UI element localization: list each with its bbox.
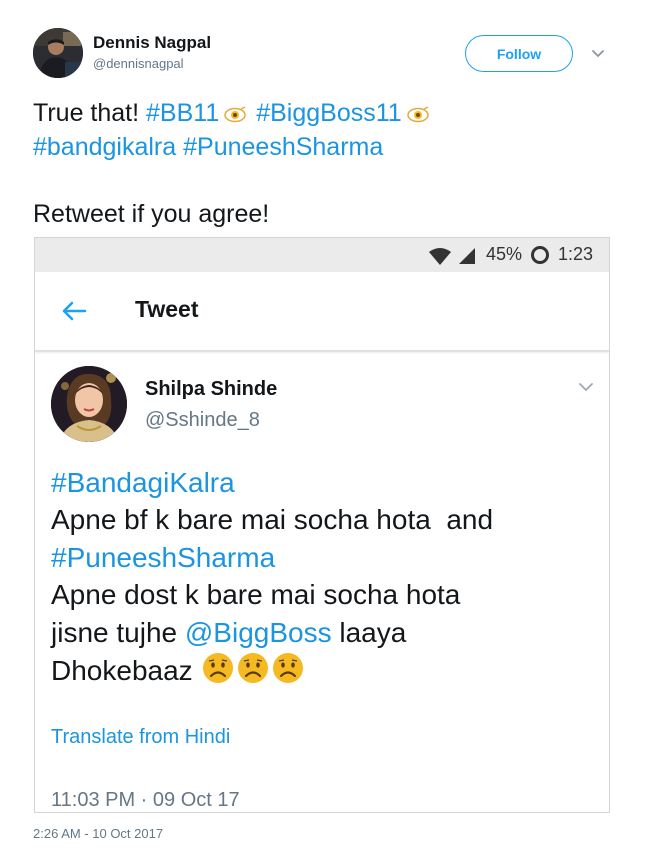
hashtag-link[interactable]: #PuneeshSharma (183, 133, 383, 161)
loading-ring-icon (531, 246, 549, 264)
hashtag-link[interactable]: #PuneeshSharma (51, 539, 601, 577)
clock: 1:23 (558, 244, 594, 264)
page-title: Tweet (135, 296, 199, 322)
author-name[interactable]: Shilpa Shinde (145, 378, 277, 401)
status-bar: 45% 1:23 (35, 238, 609, 272)
embedded-screenshot: 45% 1:23 Tweet Shilpa Shinde @Sshinde_8 … (34, 237, 610, 813)
translate-link[interactable]: Translate from Hindi (51, 726, 230, 749)
avatar[interactable] (51, 366, 127, 442)
eyes-emoji-icon (223, 99, 247, 133)
eyes-emoji-icon (406, 99, 430, 133)
signal-icon (459, 248, 475, 264)
timestamp: 11:03 PM · 09 Oct 17 (51, 789, 240, 811)
mention-link[interactable]: @BiggBoss (185, 617, 332, 648)
tweet-text: laaya (339, 617, 407, 648)
tweet-text: Dhokebaaz (51, 655, 193, 686)
hashtag-link[interactable]: #BB11 (146, 99, 219, 127)
hashtag-link[interactable]: #BiggBoss11 (256, 99, 401, 127)
hashtag-link[interactable]: #bandgikalra (33, 133, 176, 161)
wifi-icon (429, 248, 451, 265)
chevron-down-icon[interactable] (590, 48, 606, 60)
tweet-text-line: #bandgikalra #PuneeshSharma (33, 130, 623, 164)
tweet-text: Retweet if you agree! (33, 200, 270, 228)
hashtag-link[interactable]: #BandagiKalra (51, 464, 601, 502)
app-bar: Tweet (35, 272, 609, 352)
tweet-text-line: Dhokebaaz (51, 651, 601, 695)
tweet-text: True that! (33, 99, 140, 127)
tweet-text: jisne tujhe (51, 617, 178, 648)
frowning-face-emoji-icon (271, 651, 305, 695)
chevron-down-icon[interactable] (577, 381, 595, 393)
tweet-text: Apne dost k bare mai socha hota (51, 579, 461, 610)
back-arrow-icon[interactable] (61, 301, 87, 321)
avatar[interactable] (33, 28, 83, 78)
tweet-text-line: True that! #BB11 #BiggBoss11 (33, 96, 623, 133)
author-handle[interactable]: @dennisnagpal (93, 56, 184, 71)
follow-button[interactable]: Follow (465, 35, 573, 72)
frowning-face-emoji-icon (236, 651, 270, 695)
frowning-face-emoji-icon (201, 651, 235, 695)
battery-level: 45% (486, 244, 523, 264)
author-handle[interactable]: @Sshinde_8 (145, 409, 260, 432)
author-name[interactable]: Dennis Nagpal (93, 33, 211, 53)
tweet-text: Apne bf k bare mai socha hota and (51, 504, 494, 535)
timestamp[interactable]: 2:26 AM - 10 Oct 2017 (33, 826, 163, 841)
tweet-text-line: jisne tujhe @BiggBoss laaya (51, 614, 601, 652)
